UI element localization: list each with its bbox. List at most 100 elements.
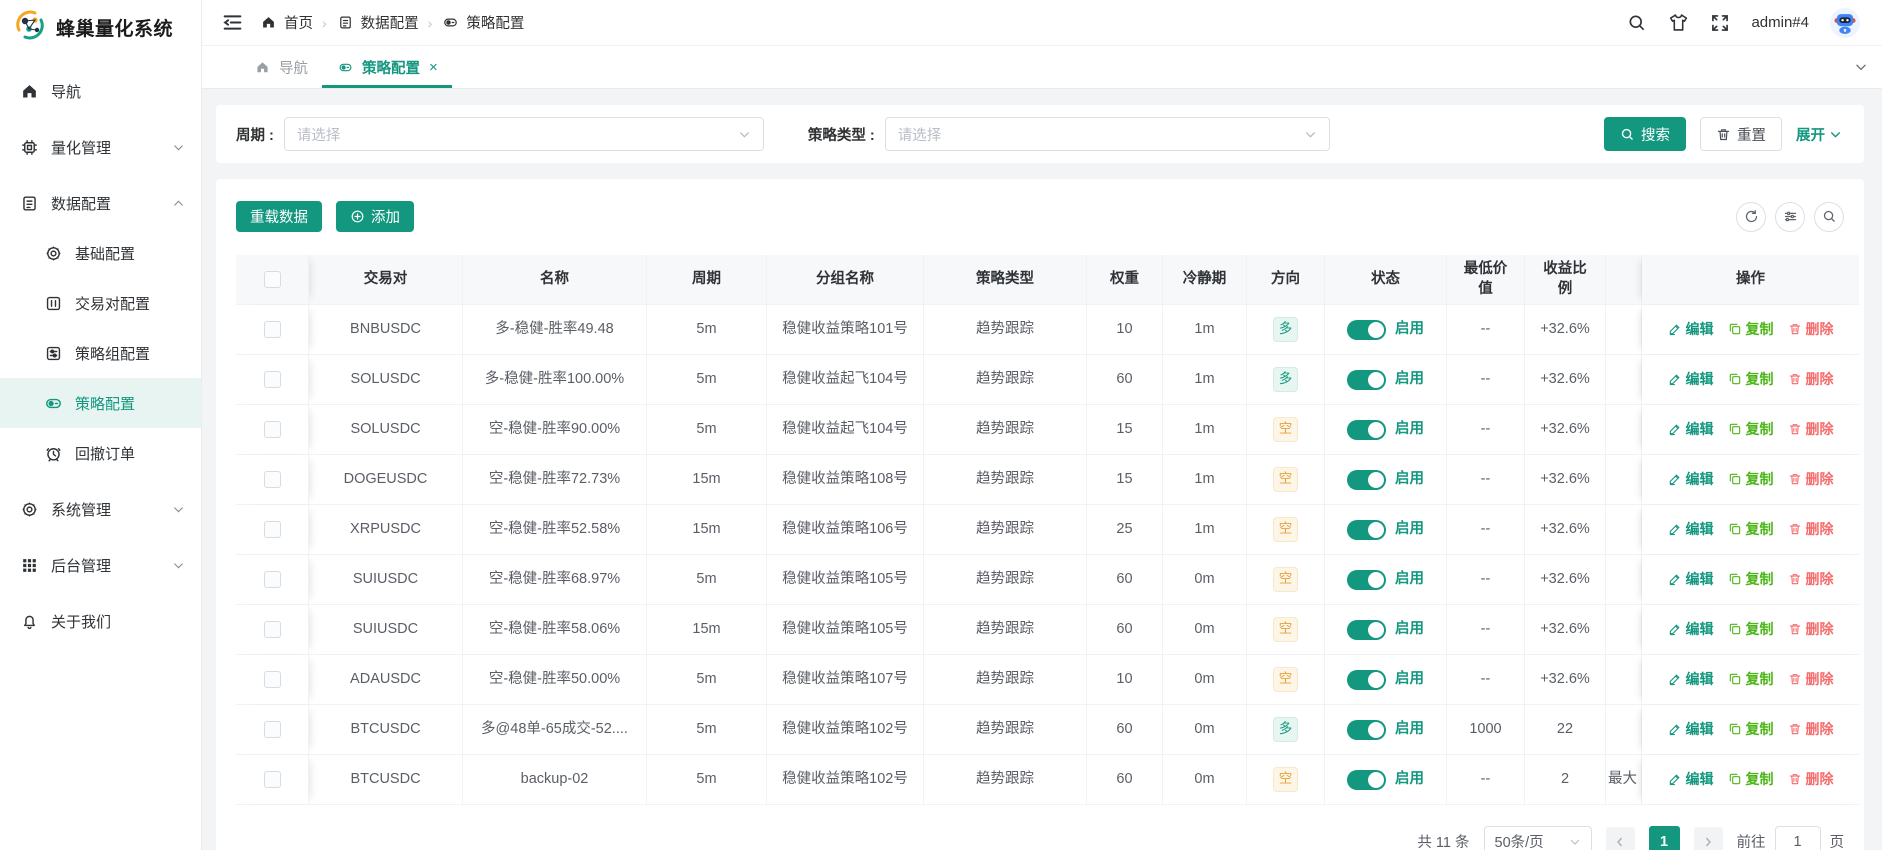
edit-link[interactable]: 编辑 (1668, 470, 1714, 489)
status-toggle[interactable] (1347, 720, 1386, 740)
edit-link[interactable]: 编辑 (1668, 570, 1714, 589)
logo: 蜂巢量化系统 (0, 0, 201, 54)
edit-link[interactable]: 编辑 (1668, 670, 1714, 689)
sidebar-item-5[interactable]: 关于我们 (0, 596, 201, 646)
row-checkbox[interactable] (264, 621, 281, 638)
reload-data-button[interactable]: 重载数据 (236, 201, 322, 232)
row-checkbox[interactable] (264, 671, 281, 688)
page-size-select[interactable]: 50条/页 (1484, 826, 1592, 850)
cell-direction: 多 (1247, 705, 1325, 754)
delete-link[interactable]: 删除 (1788, 320, 1834, 339)
table-search-icon[interactable] (1814, 202, 1844, 232)
breadcrumb-item-0[interactable]: 首页 (259, 12, 313, 33)
status-toggle[interactable] (1347, 570, 1386, 590)
row-checkbox[interactable] (264, 421, 281, 438)
sidebar-item-label: 关于我们 (51, 611, 185, 632)
copy-link[interactable]: 复制 (1728, 720, 1774, 739)
sidebar-subitem-0[interactable]: 基础配置 (0, 228, 201, 278)
delete-link[interactable]: 删除 (1788, 370, 1834, 389)
status-toggle[interactable] (1347, 520, 1386, 540)
reset-button[interactable]: 重置 (1700, 117, 1782, 151)
status-toggle[interactable] (1347, 370, 1386, 390)
period-select[interactable]: 请选择 (284, 117, 764, 151)
direction-badge: 空 (1273, 467, 1298, 492)
copy-link[interactable]: 复制 (1728, 670, 1774, 689)
cell-min-value: -- (1447, 305, 1525, 354)
status-toggle[interactable] (1347, 420, 1386, 440)
copy-link[interactable]: 复制 (1728, 620, 1774, 639)
edit-link[interactable]: 编辑 (1668, 420, 1714, 439)
column-settings-icon[interactable] (1775, 202, 1805, 232)
cell-weight: 15 (1087, 455, 1163, 504)
breadcrumb-item-1[interactable]: 数据配置 (336, 12, 419, 33)
row-checkbox[interactable] (264, 771, 281, 788)
delete-link[interactable]: 删除 (1788, 520, 1834, 539)
goto-page-input[interactable] (1775, 826, 1821, 850)
username[interactable]: admin#4 (1751, 14, 1809, 31)
column-header-direction: 方向 (1247, 255, 1325, 304)
status-toggle[interactable] (1347, 770, 1386, 790)
delete-link[interactable]: 删除 (1788, 670, 1834, 689)
edit-link[interactable]: 编辑 (1668, 620, 1714, 639)
edit-link[interactable]: 编辑 (1668, 520, 1714, 539)
next-page-button[interactable] (1694, 827, 1723, 850)
select-all-checkbox[interactable] (264, 271, 281, 288)
copy-link[interactable]: 复制 (1728, 770, 1774, 789)
copy-link[interactable]: 复制 (1728, 570, 1774, 589)
refresh-icon[interactable] (1736, 202, 1766, 232)
data-table: 交易对名称周期分组名称策略类型权重冷静期方向状态最低价值收益比例操作BNBUSD… (236, 255, 1859, 805)
tab-0[interactable]: 导航 (239, 46, 322, 88)
add-button[interactable]: 添加 (336, 201, 414, 232)
tab-1[interactable]: 策略配置× (322, 46, 452, 88)
edit-link[interactable]: 编辑 (1668, 320, 1714, 339)
search-button[interactable]: 搜索 (1604, 117, 1686, 151)
sidebar-subitem-2[interactable]: 策略组配置 (0, 328, 201, 378)
delete-link[interactable]: 删除 (1788, 720, 1834, 739)
copy-link[interactable]: 复制 (1728, 470, 1774, 489)
copy-link[interactable]: 复制 (1728, 370, 1774, 389)
sidebar-item-2[interactable]: 数据配置 (0, 178, 201, 228)
sidebar-item-3[interactable]: 系统管理 (0, 484, 201, 534)
status-toggle[interactable] (1347, 470, 1386, 490)
status-toggle[interactable] (1347, 320, 1386, 340)
delete-link[interactable]: 删除 (1788, 570, 1834, 589)
edit-link[interactable]: 编辑 (1668, 720, 1714, 739)
strategy-type-select[interactable]: 请选择 (885, 117, 1330, 151)
delete-link[interactable]: 删除 (1788, 470, 1834, 489)
status-toggle[interactable] (1347, 670, 1386, 690)
row-checkbox[interactable] (264, 371, 281, 388)
expand-toggle[interactable]: 展开 (1796, 124, 1842, 145)
row-checkbox[interactable] (264, 571, 281, 588)
sidebar-subitem-4[interactable]: 回撤订单 (0, 428, 201, 478)
cell-actions: 编辑 复制 删除 (1642, 505, 1859, 554)
row-checkbox[interactable] (264, 721, 281, 738)
edit-link[interactable]: 编辑 (1668, 370, 1714, 389)
delete-link[interactable]: 删除 (1788, 420, 1834, 439)
fullscreen-icon[interactable] (1710, 13, 1730, 33)
sidebar-subitem-3[interactable]: 策略配置 (0, 378, 201, 428)
row-checkbox[interactable] (264, 521, 281, 538)
copy-link[interactable]: 复制 (1728, 320, 1774, 339)
row-checkbox[interactable] (264, 471, 281, 488)
cell-extra (1606, 355, 1642, 404)
tab-close-icon[interactable]: × (429, 59, 438, 76)
row-checkbox[interactable] (264, 321, 281, 338)
avatar[interactable] (1830, 8, 1860, 38)
page-number-current[interactable]: 1 (1649, 826, 1680, 850)
theme-tshirt-icon[interactable] (1668, 12, 1689, 33)
sidebar-collapse-icon[interactable] (222, 12, 243, 33)
sidebar-item-1[interactable]: 量化管理 (0, 122, 201, 172)
sidebar-item-0[interactable]: 导航 (0, 66, 201, 116)
copy-link[interactable]: 复制 (1728, 520, 1774, 539)
prev-page-button[interactable] (1606, 827, 1635, 850)
sidebar-item-4[interactable]: 后台管理 (0, 540, 201, 590)
edit-link[interactable]: 编辑 (1668, 770, 1714, 789)
delete-link[interactable]: 删除 (1788, 620, 1834, 639)
copy-link[interactable]: 复制 (1728, 420, 1774, 439)
sidebar-subitem-1[interactable]: 交易对配置 (0, 278, 201, 328)
search-icon[interactable] (1627, 13, 1647, 33)
delete-link[interactable]: 删除 (1788, 770, 1834, 789)
status-toggle[interactable] (1347, 620, 1386, 640)
breadcrumb-item-2[interactable]: 策略配置 (441, 12, 524, 33)
tab-options-chevron-icon[interactable] (1854, 46, 1868, 88)
